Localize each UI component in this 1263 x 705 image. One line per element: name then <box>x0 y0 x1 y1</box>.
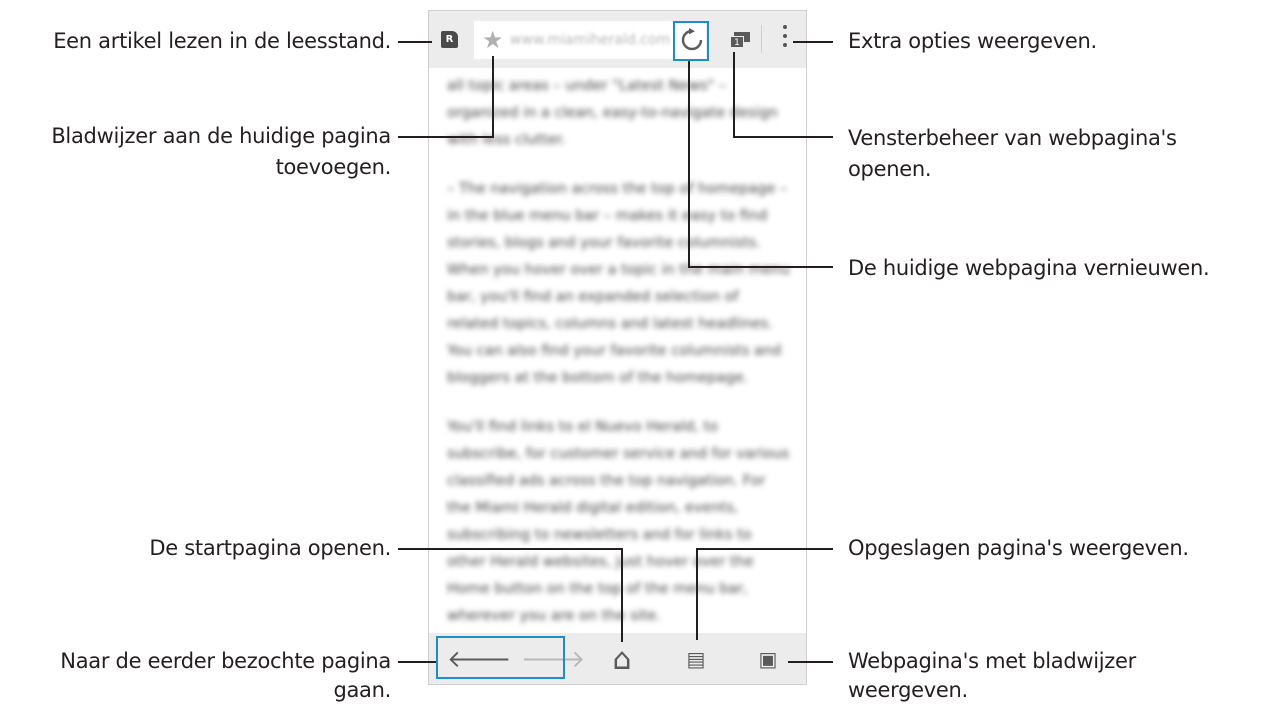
article-content: all topic areas – under "Latest News" – … <box>447 73 792 652</box>
address-bar[interactable]: ★ www.miamiherald.com <box>474 21 706 59</box>
callout-line <box>492 56 494 138</box>
callout-bookmarks: Webpagina's met bladwijzer <box>848 649 1136 673</box>
browser-screen: R ★ www.miamiherald.com 1 all topic area… <box>428 10 807 685</box>
callout-line <box>688 266 833 268</box>
callout-line <box>696 548 833 550</box>
callout-line <box>696 548 698 640</box>
callout-back-forward: Naar de eerder bezochte pagina <box>60 649 391 673</box>
url-text: www.miamiherald.com <box>510 32 671 48</box>
refresh-highlight <box>673 21 709 61</box>
callout-back-forward-cont: gaan. <box>333 678 391 702</box>
callout-line <box>688 61 690 268</box>
callout-line <box>788 661 833 663</box>
tab-count: 1 <box>730 36 744 48</box>
saved-pages-icon[interactable]: ▤ <box>676 633 716 684</box>
callout-saved-pages: Opgeslagen pagina's weergeven. <box>848 536 1189 560</box>
callout-line <box>398 136 494 138</box>
callout-line <box>733 136 833 138</box>
toolbar-divider <box>761 25 762 53</box>
article-paragraph: all topic areas – under "Latest News" – … <box>447 78 778 148</box>
window-manager-icon[interactable]: 1 <box>730 32 750 48</box>
bookmarks-icon[interactable]: ▣ <box>748 633 788 684</box>
callout-line <box>398 548 623 550</box>
back-forward-highlight <box>436 636 565 679</box>
browser-toolbar: R ★ www.miamiherald.com 1 <box>429 11 806 68</box>
callout-line <box>398 41 432 43</box>
callout-window-manager-cont: openen. <box>848 157 932 181</box>
callout-window-manager: Vensterbeheer van webpagina's <box>848 126 1177 150</box>
article-paragraph: – The navigation across the top of homep… <box>447 181 790 386</box>
callout-line <box>793 41 833 43</box>
callout-bookmark-add: Bladwijzer aan de huidige pagina <box>51 124 391 148</box>
callout-refresh: De huidige webpagina vernieuwen. <box>848 256 1210 280</box>
callout-line <box>398 661 436 663</box>
callout-line <box>621 548 623 642</box>
callout-reader-mode: Een artikel lezen in de leesstand. <box>53 29 391 53</box>
callout-bookmarks-cont: weergeven. <box>848 678 968 702</box>
callout-line <box>733 52 735 138</box>
star-icon[interactable]: ★ <box>482 21 504 59</box>
more-options-icon[interactable] <box>783 25 787 53</box>
reader-mode-icon[interactable]: R <box>441 31 458 48</box>
article-paragraph: You'll find links to el Nuevo Herald, to… <box>447 419 790 624</box>
callout-extra-options: Extra opties weergeven. <box>848 29 1097 53</box>
callout-bookmark-add-cont: toevoegen. <box>275 155 392 179</box>
callout-home: De startpagina openen. <box>149 536 391 560</box>
